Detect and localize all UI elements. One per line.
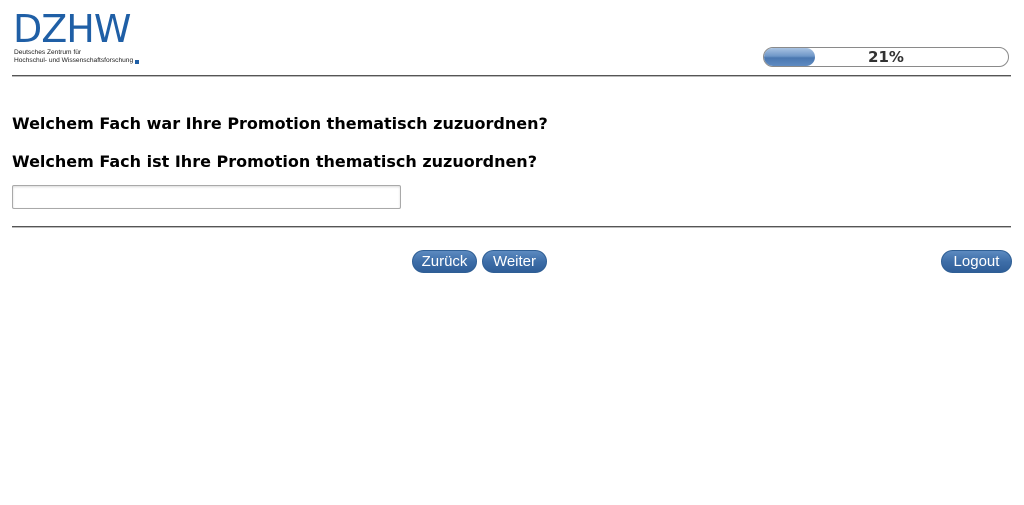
logo-subtitle: Deutsches Zentrum für Hochschul- und Wis… bbox=[14, 49, 133, 65]
header-divider bbox=[12, 75, 1011, 77]
progress-label: 21% bbox=[868, 48, 904, 66]
progress-bar: 21% bbox=[763, 47, 1009, 67]
survey-page: DZHW Deutsches Zentrum für Hochschul- un… bbox=[0, 0, 1024, 505]
dzhw-logo: DZHW Deutsches Zentrum für Hochschul- un… bbox=[13, 10, 148, 68]
logo-subtitle-line1: Deutsches Zentrum für bbox=[14, 49, 82, 56]
question-current-subject: Welchem Fach ist Ihre Promotion thematis… bbox=[12, 152, 537, 171]
logo-subtitle-line2: Hochschul- und Wissenschaftsforschung bbox=[14, 57, 134, 64]
logo-square-icon bbox=[135, 60, 139, 64]
question-previous-subject: Welchem Fach war Ihre Promotion thematis… bbox=[12, 114, 548, 133]
back-button[interactable]: Zurück bbox=[412, 250, 477, 273]
subject-input[interactable] bbox=[12, 185, 401, 209]
next-button[interactable]: Weiter bbox=[482, 250, 547, 273]
footer-divider bbox=[12, 226, 1011, 228]
logout-button[interactable]: Logout bbox=[941, 250, 1012, 273]
logo-wordmark: DZHW bbox=[13, 7, 131, 51]
